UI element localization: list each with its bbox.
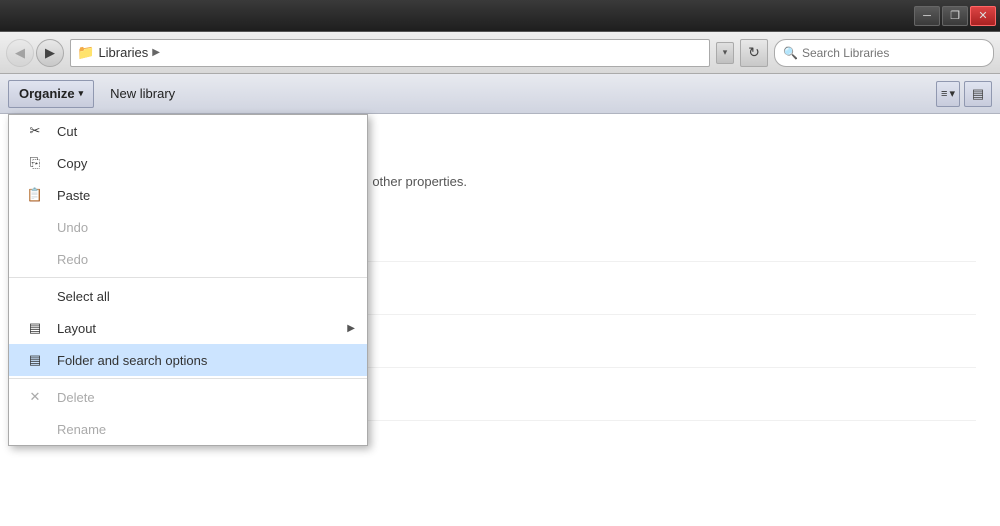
breadcrumb: Libraries ▶ bbox=[98, 45, 160, 60]
menu-item-rename: Rename bbox=[9, 413, 367, 445]
menu-item-label: Select all bbox=[57, 289, 110, 304]
menu-item-cut[interactable]: ✂ Cut bbox=[9, 115, 367, 147]
pane-button[interactable]: ▤ bbox=[964, 81, 992, 107]
organize-label: Organize bbox=[19, 86, 75, 101]
organize-arrow: ▾ bbox=[79, 88, 84, 99]
minimize-button[interactable]: ─ bbox=[914, 6, 940, 26]
forward-icon: ▶ bbox=[45, 45, 55, 61]
toolbar: Organize ▾ New library ≡ ▾ ▤ bbox=[0, 74, 1000, 114]
menu-item-select_all[interactable]: Select all bbox=[9, 280, 367, 312]
menu-separator bbox=[9, 378, 367, 379]
view-button[interactable]: ≡ ▾ bbox=[936, 81, 960, 107]
window-controls: ─ ❐ ✕ bbox=[914, 6, 996, 26]
pane-icon: ▤ bbox=[972, 86, 984, 102]
search-icon: 🔍 bbox=[783, 46, 798, 60]
address-bar: ◀ ▶ 📁 Libraries ▶ ▾ ↻ 🔍 bbox=[0, 32, 1000, 74]
paste-icon: 📋 bbox=[21, 187, 49, 203]
toolbar-right: ≡ ▾ ▤ bbox=[936, 81, 992, 107]
search-input[interactable] bbox=[802, 46, 985, 60]
dropdown-icon: ▾ bbox=[723, 47, 728, 58]
breadcrumb-root: Libraries bbox=[98, 45, 148, 60]
submenu-arrow: ▶ bbox=[347, 323, 355, 334]
delete-icon: ✕ bbox=[21, 389, 49, 405]
close-button[interactable]: ✕ bbox=[970, 6, 996, 26]
menu-item-redo: Redo bbox=[9, 243, 367, 275]
title-bar: ─ ❐ ✕ bbox=[0, 0, 1000, 32]
menu-item-label: Redo bbox=[57, 252, 88, 267]
menu-item-label: Cut bbox=[57, 124, 77, 139]
folder-icon: 📁 bbox=[77, 44, 94, 61]
refresh-icon: ↻ bbox=[748, 44, 760, 61]
menu-item-label: Copy bbox=[57, 156, 87, 171]
menu-item-label: Folder and search options bbox=[57, 353, 207, 368]
menu-item-label: Layout bbox=[57, 321, 96, 336]
menu-item-undo: Undo bbox=[9, 211, 367, 243]
menu-item-label: Paste bbox=[57, 188, 90, 203]
menu-item-paste[interactable]: 📋 Paste bbox=[9, 179, 367, 211]
restore-button[interactable]: ❐ bbox=[942, 6, 968, 26]
view-icon: ≡ bbox=[941, 88, 947, 100]
menu-item-label: Delete bbox=[57, 390, 95, 405]
address-input[interactable]: 📁 Libraries ▶ bbox=[70, 39, 710, 67]
organize-dropdown-menu: ✂ Cut ⎘ Copy 📋 Paste Undo Redo Select all ▤ Layout… bbox=[8, 114, 368, 446]
back-icon: ◀ bbox=[15, 45, 25, 61]
breadcrumb-separator: ▶ bbox=[152, 47, 160, 58]
copy-icon: ⎘ bbox=[21, 155, 49, 171]
menu-item-label: Undo bbox=[57, 220, 88, 235]
nav-buttons: ◀ ▶ bbox=[6, 39, 64, 67]
forward-button[interactable]: ▶ bbox=[36, 39, 64, 67]
back-button[interactable]: ◀ bbox=[6, 39, 34, 67]
menu-item-delete: ✕ Delete bbox=[9, 381, 367, 413]
menu-item-label: Rename bbox=[57, 422, 106, 437]
folder_options-icon: ▤ bbox=[21, 352, 49, 368]
view-arrow: ▾ bbox=[949, 87, 955, 100]
address-dropdown[interactable]: ▾ bbox=[716, 42, 734, 64]
refresh-button[interactable]: ↻ bbox=[740, 39, 768, 67]
menu-item-folder_options[interactable]: ▤ Folder and search options bbox=[9, 344, 367, 376]
menu-item-copy[interactable]: ⎘ Copy bbox=[9, 147, 367, 179]
new-library-label: New library bbox=[110, 86, 175, 101]
search-box[interactable]: 🔍 bbox=[774, 39, 994, 67]
menu-item-layout[interactable]: ▤ Layout ▶ bbox=[9, 312, 367, 344]
organize-button[interactable]: Organize ▾ bbox=[8, 80, 94, 108]
cut-icon: ✂ bbox=[21, 123, 49, 139]
menu-separator bbox=[9, 277, 367, 278]
new-library-button[interactable]: New library bbox=[102, 80, 183, 108]
layout-icon: ▤ bbox=[21, 320, 49, 336]
